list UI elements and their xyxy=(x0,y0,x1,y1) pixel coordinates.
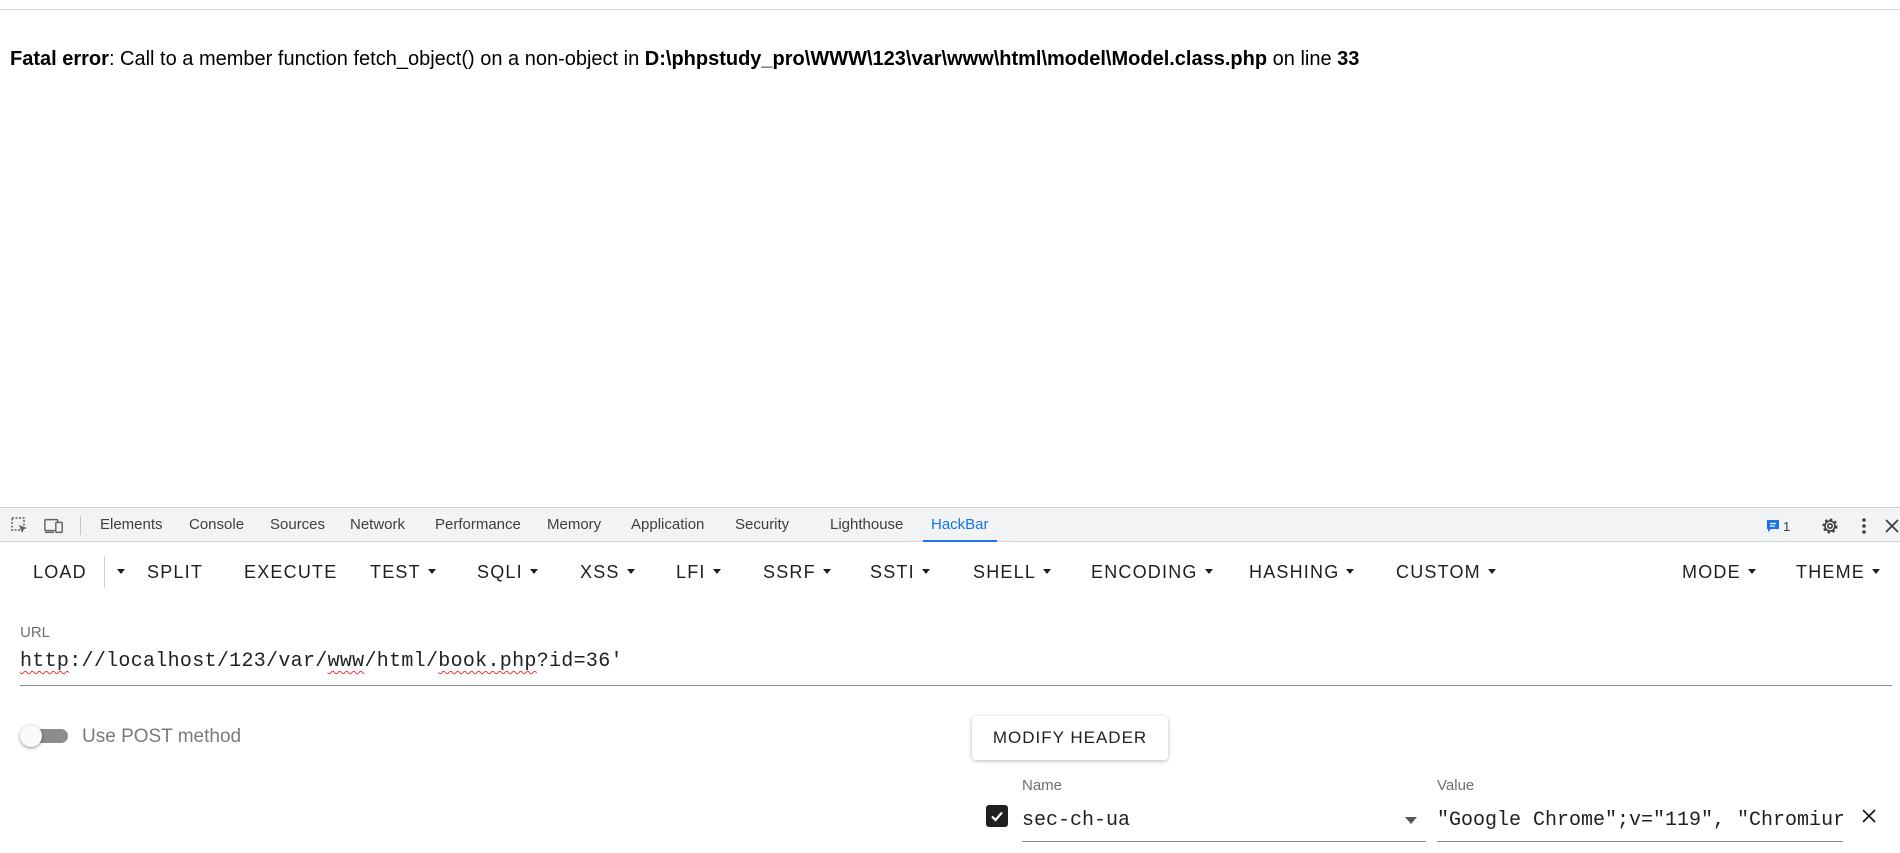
xss-label: XSS xyxy=(580,562,620,582)
url-input-underline xyxy=(20,685,1892,686)
url-field-label: URL xyxy=(20,624,51,641)
url-part: /html/ xyxy=(364,650,439,673)
header-value-underline xyxy=(1437,841,1843,842)
tab-performance[interactable]: Performance xyxy=(435,508,521,541)
execute-button[interactable]: EXECUTE xyxy=(244,542,337,602)
issues-icon xyxy=(1767,520,1779,532)
split-button[interactable]: SPLIT xyxy=(147,542,203,602)
sqli-label: SQLI xyxy=(477,562,523,582)
tab-console[interactable]: Console xyxy=(189,508,244,541)
chevron-down-icon xyxy=(427,568,436,574)
php-fatal-error-message: Fatal error: Call to a member function f… xyxy=(10,47,1359,71)
shell-label: SHELL xyxy=(973,562,1037,582)
issues-counter[interactable]: 1 xyxy=(1766,517,1790,535)
inspect-element-icon[interactable] xyxy=(10,516,30,536)
load-divider xyxy=(104,556,105,588)
hackbar-toolbar: LOAD SPLIT EXECUTE TEST SQLI XSS LFI SSR… xyxy=(0,542,1900,602)
hashing-label: HASHING xyxy=(1249,562,1340,582)
chevron-down-icon xyxy=(822,568,831,574)
checkmark-icon xyxy=(991,811,1003,822)
chevron-down-icon xyxy=(1204,568,1213,574)
error-label: Fatal error xyxy=(10,48,109,70)
chevron-down-icon xyxy=(712,568,721,574)
chevron-down-icon xyxy=(1487,568,1496,574)
tab-lighthouse[interactable]: Lighthouse xyxy=(830,508,903,541)
error-file-path: D:\phpstudy_pro\WWW\123\var\www\html\mod… xyxy=(644,48,1268,70)
header-name-dropdown-icon[interactable] xyxy=(1405,817,1417,824)
error-on-line-text: on line xyxy=(1267,48,1338,70)
page-top-divider xyxy=(0,9,1900,10)
close-devtools-icon[interactable] xyxy=(1882,516,1900,536)
chevron-down-icon xyxy=(921,568,930,574)
sqli-menu-button[interactable]: SQLI xyxy=(477,542,538,602)
custom-menu-button[interactable]: CUSTOM xyxy=(1396,542,1496,602)
chevron-down-icon xyxy=(1043,568,1052,574)
devtools-tabbar: Elements Console Sources Network Perform… xyxy=(0,507,1900,542)
custom-label: CUSTOM xyxy=(1396,562,1481,582)
ssrf-menu-button[interactable]: SSRF xyxy=(763,542,831,602)
device-toolbar-icon[interactable] xyxy=(44,516,64,536)
url-part: ?id=36' xyxy=(536,650,623,673)
chevron-down-icon xyxy=(1872,568,1880,574)
header-name-underline xyxy=(1022,841,1426,842)
tab-security[interactable]: Security xyxy=(735,508,789,541)
url-part: book.php xyxy=(438,650,537,673)
hashing-menu-button[interactable]: HASHING xyxy=(1249,542,1355,602)
settings-gear-icon[interactable] xyxy=(1820,516,1840,536)
xss-menu-button[interactable]: XSS xyxy=(580,542,635,602)
tabbar-divider xyxy=(80,516,81,535)
tab-memory[interactable]: Memory xyxy=(547,508,601,541)
devtools-panel: Elements Console Sources Network Perform… xyxy=(0,507,1900,853)
chevron-down-icon xyxy=(626,568,635,574)
load-button[interactable]: LOAD xyxy=(33,542,87,602)
load-options-dropdown[interactable] xyxy=(110,542,125,602)
header-value-label: Value xyxy=(1437,777,1475,794)
header-name-input[interactable]: sec-ch-ua xyxy=(1022,809,1402,832)
url-input[interactable]: http://localhost/123/var/www/html/book.p… xyxy=(20,650,623,673)
more-vertical-icon[interactable] xyxy=(1854,516,1874,536)
header-name-label: Name xyxy=(1022,777,1063,794)
chevron-down-icon xyxy=(1346,568,1355,574)
test-menu-button[interactable]: TEST xyxy=(370,542,436,602)
chevron-down-icon xyxy=(117,568,125,574)
issues-count: 1 xyxy=(1783,518,1791,534)
ssti-label: SSTI xyxy=(870,562,915,582)
encoding-label: ENCODING xyxy=(1091,562,1198,582)
tab-network[interactable]: Network xyxy=(350,508,405,541)
tab-application[interactable]: Application xyxy=(631,508,704,541)
lfi-label: LFI xyxy=(676,562,706,582)
theme-label: THEME xyxy=(1796,562,1865,582)
ssti-menu-button[interactable]: SSTI xyxy=(870,542,930,602)
error-line-number: 33 xyxy=(1337,48,1360,70)
toggle-knob xyxy=(20,725,42,747)
test-label: TEST xyxy=(370,562,421,582)
mode-label: MODE xyxy=(1682,562,1741,582)
lfi-menu-button[interactable]: LFI xyxy=(676,542,721,602)
use-post-label[interactable]: Use POST method xyxy=(82,726,241,748)
header-enabled-checkbox[interactable] xyxy=(986,805,1008,827)
modify-header-button[interactable]: MODIFY HEADER xyxy=(972,716,1168,760)
tab-elements[interactable]: Elements xyxy=(100,508,163,541)
theme-menu-button[interactable]: THEME xyxy=(1796,542,1880,602)
header-value-input[interactable]: "Google Chrome";v="119", "Chromiur xyxy=(1437,809,1843,832)
remove-header-close-icon[interactable] xyxy=(1858,805,1880,827)
chevron-down-icon xyxy=(529,568,538,574)
url-part: www xyxy=(327,650,365,673)
url-part: ://localhost/123/var/ xyxy=(69,650,328,673)
mode-menu-button[interactable]: MODE xyxy=(1682,542,1756,602)
tab-sources[interactable]: Sources xyxy=(270,508,325,541)
use-post-toggle[interactable] xyxy=(20,725,68,747)
error-message: : Call to a member function fetch_object… xyxy=(108,48,645,70)
tab-hackbar[interactable]: HackBar xyxy=(923,508,997,542)
url-part: http xyxy=(20,650,70,673)
ssrf-label: SSRF xyxy=(763,562,816,582)
encoding-menu-button[interactable]: ENCODING xyxy=(1091,542,1213,602)
chevron-down-icon xyxy=(1747,568,1756,574)
shell-menu-button[interactable]: SHELL xyxy=(973,542,1052,602)
